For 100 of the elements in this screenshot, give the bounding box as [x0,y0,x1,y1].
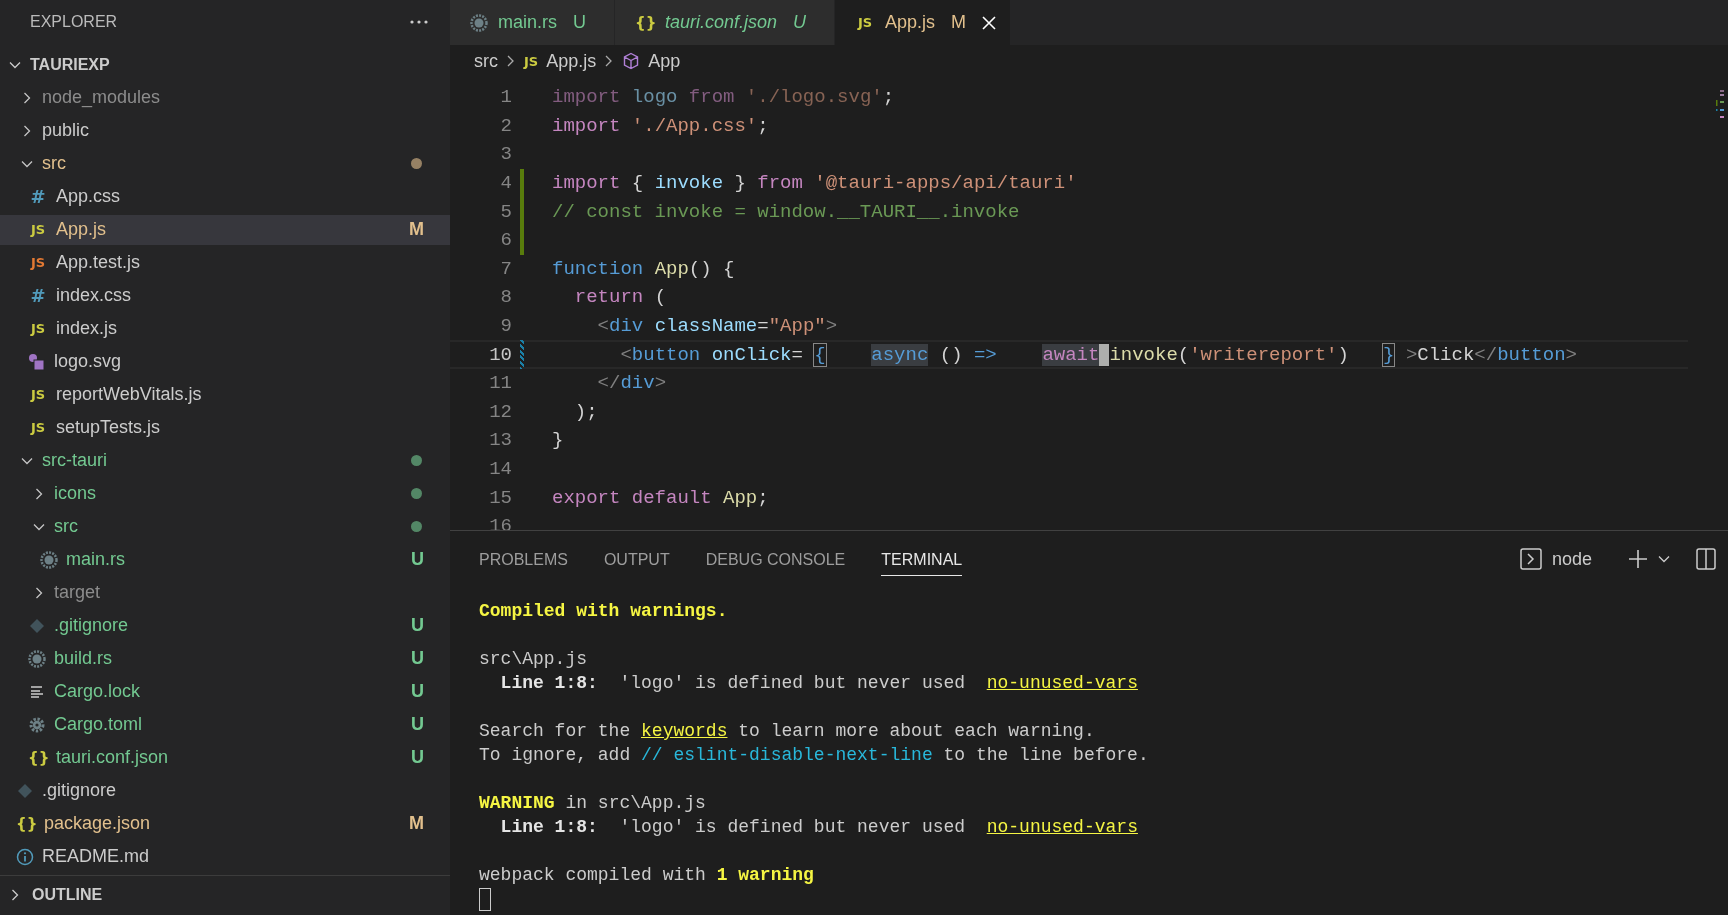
outline-header[interactable]: OUTLINE [0,874,450,915]
code-line: <div className="App"> [596,315,838,338]
line-number: 13 [488,429,512,452]
js-file-icon: JS [855,15,876,30]
git-status-letter: M [409,813,424,835]
file-tree-item[interactable]: JS App.test.js [0,247,450,278]
panel-tab[interactable]: PROBLEMS [479,542,568,576]
braces-icon: {} [16,814,36,833]
cog-icon [470,13,488,32]
git-status-letter: U [411,681,424,703]
terminal-profile[interactable]: node [1551,548,1592,570]
git-status-letter: U [411,549,424,571]
js-file-icon: JS [28,321,48,337]
line-number: 1 [499,86,512,109]
file-tree-item[interactable]: node_modules [0,82,450,113]
editor-tab[interactable]: JS App.js M [835,0,1012,45]
file-tree-item[interactable]: JS setupTests.js [0,412,450,443]
terminal-line: WARNING in src\App.js [479,792,707,815]
change-marker [520,340,524,369]
file-tree-item[interactable]: Cargo.lock U [0,676,450,707]
code-line: } [552,429,564,452]
terminal-link[interactable]: keywords [641,721,728,741]
panel-tab[interactable]: TERMINAL [881,542,963,576]
cog-icon [28,649,46,668]
gear-icon [28,715,46,734]
file-tree-item[interactable]: .gitignore U [0,610,450,641]
file-tree-item[interactable]: README.md [0,841,450,872]
line-number: 2 [499,114,512,137]
file-tree-item[interactable]: public [0,115,450,146]
file-tree-item[interactable]: src [0,511,450,542]
braces-icon: {} [28,748,48,767]
terminal-line: Search for the keywords to learn more about each warning. [479,720,1096,743]
editor-tab[interactable]: {} tauri.conf.json U [615,0,836,45]
file-tree-item[interactable]: src [0,148,450,179]
line-number: 15 [488,486,512,509]
editor-tab[interactable]: main.rs U [450,0,615,45]
file-tree-item[interactable]: Cargo.toml U [0,709,450,740]
breadcrumb-item[interactable]: App.js [546,50,597,72]
git-status-letter: U [573,12,586,33]
shapes-icon [28,352,46,371]
hash-icon: # [28,285,48,307]
js-file-icon: JS [524,53,539,69]
file-tree-item[interactable]: icons [0,478,450,509]
line-number: 5 [499,200,512,223]
js-file-icon: JS [28,222,48,238]
cog-icon [40,550,58,569]
file-tree-item[interactable]: JS index.js [0,313,450,344]
js-file-icon: JS [28,387,48,403]
code-line: <button onClick= { async () => await invoke('writereport') } >Click</button> [619,343,1577,366]
git-status-letter: U [411,714,424,736]
line-number: 12 [488,400,512,423]
code-line: import { invoke } from '@tauri-apps/api/tauri' [552,172,1077,195]
breadcrumb-item[interactable]: src [474,50,498,72]
code-line: // const invoke = window.__TAURI__.invoke [552,200,1020,223]
terminal-link[interactable]: no-unused-vars [986,817,1138,837]
code-line: </div> [596,372,667,395]
plus-icon[interactable] [1628,549,1648,569]
terminal-link[interactable]: no-unused-vars [986,673,1138,693]
file-tree-item[interactable]: src-tauri [0,445,450,476]
cube-icon [622,52,641,70]
file-tree-item[interactable]: main.rs U [0,544,450,575]
git-status-letter: U [411,615,424,637]
file-tree-item[interactable]: JS reportWebVitals.js [0,379,450,410]
code-line: import './App.css'; [552,114,769,137]
line-number: 7 [499,257,512,280]
terminal-line: To ignore, add // eslint-disable-next-line to the line before. [479,744,1150,767]
diamond-icon [28,616,46,635]
line-number: 9 [499,315,512,338]
js-file-icon: JS [28,255,48,271]
file-tree-item[interactable]: {} package.json M [0,808,450,839]
line-number: 14 [488,458,512,480]
terminal-line: src\App.js [479,648,589,671]
more-icon[interactable] [410,19,428,24]
line-number: 11 [488,372,512,395]
chevron-down-icon[interactable] [1658,555,1670,563]
minimap-drawing [1716,90,1724,120]
line-number: 4 [499,172,512,195]
file-tree-item[interactable]: .gitignore [0,775,450,806]
file-tree-item[interactable]: # App.css [0,181,450,212]
breadcrumb-item[interactable]: App [648,50,681,72]
file-tree-item[interactable]: # index.css [0,280,450,311]
terminal-icon[interactable] [1519,548,1542,570]
diamond-icon [16,781,34,800]
file-tree-item[interactable]: JS App.js M [0,214,450,245]
panel-tab[interactable]: DEBUG CONSOLE [705,542,846,576]
info-icon [16,847,34,866]
project-header[interactable]: TAURIEXP [0,49,450,80]
git-status-letter: M [951,12,967,33]
file-tree-item[interactable]: {} tauri.conf.json U [0,742,450,773]
panel-tab[interactable]: OUTPUT [603,542,670,576]
close-icon[interactable] [982,15,997,30]
file-tree-item[interactable]: target [0,577,450,608]
code-line: function App() { [552,257,735,280]
line-number: 10 [488,343,512,366]
git-status-letter: M [409,219,424,241]
file-tree-item[interactable]: build.rs U [0,643,450,674]
file-tree-item[interactable]: logo.svg [0,346,450,377]
git-status-letter: U [793,12,807,33]
git-status-letter: U [411,648,424,670]
split-icon[interactable] [1696,548,1716,570]
